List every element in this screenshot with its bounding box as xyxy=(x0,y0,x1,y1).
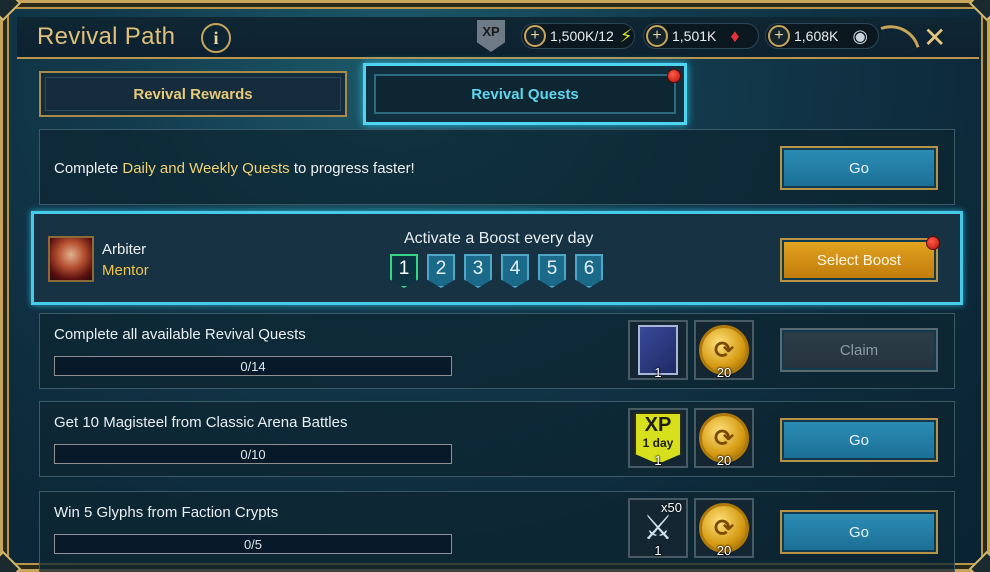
frame-corner xyxy=(0,550,22,572)
quest-progress-text: 0/10 xyxy=(240,446,266,462)
boost-day-2[interactable]: 2 xyxy=(427,254,455,288)
quest-title: Get 10 Magisteel from Classic Arena Batt… xyxy=(54,414,348,431)
quest-progress-text: 0/5 xyxy=(243,536,263,552)
ruby-gem-icon: ♦ xyxy=(730,25,740,46)
button-label: Go xyxy=(848,159,869,177)
reward-slot[interactable]: ⟳ 20 xyxy=(694,408,754,468)
quest-row: Get 10 Magisteel from Classic Arena Batt… xyxy=(39,401,955,477)
add-energy-button[interactable]: + xyxy=(524,25,546,47)
quest-go-button[interactable]: Go xyxy=(780,418,938,462)
info-icon[interactable]: i xyxy=(201,23,231,53)
button-label: Go xyxy=(848,431,869,449)
reward-slot[interactable]: ⚔ x50 1 xyxy=(628,498,688,558)
boost-day-list: 1 2 3 4 5 6 xyxy=(390,254,603,288)
boost-day-1[interactable]: 1 xyxy=(390,254,418,288)
quest-progress-text: 0/14 xyxy=(240,358,266,374)
boost-title: Activate a Boost every day xyxy=(404,230,594,247)
tab-label: Revival Quests xyxy=(471,85,579,103)
boost-day-4[interactable]: 4 xyxy=(501,254,529,288)
avatar xyxy=(48,236,94,282)
select-boost-button[interactable]: Select Boost xyxy=(780,236,940,282)
daily-text-end: to progress faster! xyxy=(289,160,415,177)
gem-value: 1,501K xyxy=(672,28,717,44)
tab-revival-rewards[interactable]: Revival Rewards xyxy=(39,71,347,117)
quest-go-button[interactable]: Go xyxy=(780,510,938,554)
daily-text-highlight: Daily and Weekly Quests xyxy=(122,160,290,177)
daily-quests-text: Complete Daily and Weekly Quests to prog… xyxy=(54,160,415,177)
boost-day-6[interactable]: 6 xyxy=(575,254,603,288)
boost-day-3[interactable]: 3 xyxy=(464,254,492,288)
boost-day-5[interactable]: 5 xyxy=(538,254,566,288)
tab-label: Revival Rewards xyxy=(133,85,253,103)
reward-slot[interactable]: 1 xyxy=(628,320,688,380)
xp-boost-label: XP xyxy=(644,414,672,436)
silver-coin-icon: ◉ xyxy=(852,25,869,46)
energy-value: 1,500K/12 xyxy=(550,28,614,44)
page-title: Revival Path xyxy=(37,23,176,50)
frame-ornament xyxy=(880,16,920,58)
reward-count: 20 xyxy=(716,453,732,468)
header-bar: Revival Path i XP + 1,500K/12 ⚡ + 1,501K… xyxy=(17,16,979,59)
tab-revival-quests[interactable]: Revival Quests xyxy=(363,63,687,125)
quest-progress-bar: 0/5 xyxy=(54,534,452,554)
mentor-name: Arbiter xyxy=(102,241,147,258)
button-label: Select Boost xyxy=(816,251,902,269)
notification-dot xyxy=(667,69,681,83)
daily-text-start: Complete xyxy=(54,160,123,177)
energy-icon: ⚡ xyxy=(619,25,633,46)
close-icon[interactable]: ✕ xyxy=(923,21,946,54)
reward-count: 20 xyxy=(716,543,732,558)
button-label: Claim xyxy=(839,341,879,359)
reward-slot[interactable]: XP 1 day 1 xyxy=(628,408,688,468)
quest-row: Win 5 Glyphs from Faction Crypts 0/5 ⚔ x… xyxy=(39,491,955,572)
reward-count: 1 xyxy=(654,453,662,468)
notification-dot xyxy=(926,236,940,250)
boost-row: Arbiter Mentor Activate a Boost every da… xyxy=(31,211,963,305)
xp-boost-duration: 1 day xyxy=(642,436,674,450)
add-silver-button[interactable]: + xyxy=(768,25,790,47)
claim-button[interactable]: Claim xyxy=(780,328,938,372)
window-frame: Revival Path i XP + 1,500K/12 ⚡ + 1,501K… xyxy=(0,0,990,572)
reward-count: 20 xyxy=(716,365,732,380)
frame-corner xyxy=(968,550,990,572)
reward-count: 1 xyxy=(654,365,662,380)
reward-multiplier: x50 xyxy=(661,500,682,515)
xp-badge-icon: XP xyxy=(477,20,505,52)
reward-slot[interactable]: ⟳ 20 xyxy=(694,320,754,380)
reward-slot[interactable]: ⟳ 20 xyxy=(694,498,754,558)
energy-currency: + 1,500K/12 ⚡ xyxy=(521,23,635,49)
quest-title: Complete all available Revival Quests xyxy=(54,326,306,343)
add-gems-button[interactable]: + xyxy=(646,25,668,47)
reward-count: 1 xyxy=(654,543,662,558)
quest-progress-bar: 0/10 xyxy=(54,444,452,464)
quest-row: Complete all available Revival Quests 0/… xyxy=(39,313,955,389)
silver-value: 1,608K xyxy=(794,28,839,44)
daily-quests-row: Complete Daily and Weekly Quests to prog… xyxy=(39,129,955,205)
silver-currency: + 1,608K ◉ xyxy=(765,23,879,49)
button-label: Go xyxy=(848,523,869,541)
gem-currency: + 1,501K ♦ xyxy=(643,23,759,49)
daily-go-button[interactable]: Go xyxy=(780,146,938,190)
quest-title: Win 5 Glyphs from Faction Crypts xyxy=(54,504,279,521)
quest-progress-bar: 0/14 xyxy=(54,356,452,376)
mentor-role: Mentor xyxy=(102,262,149,279)
